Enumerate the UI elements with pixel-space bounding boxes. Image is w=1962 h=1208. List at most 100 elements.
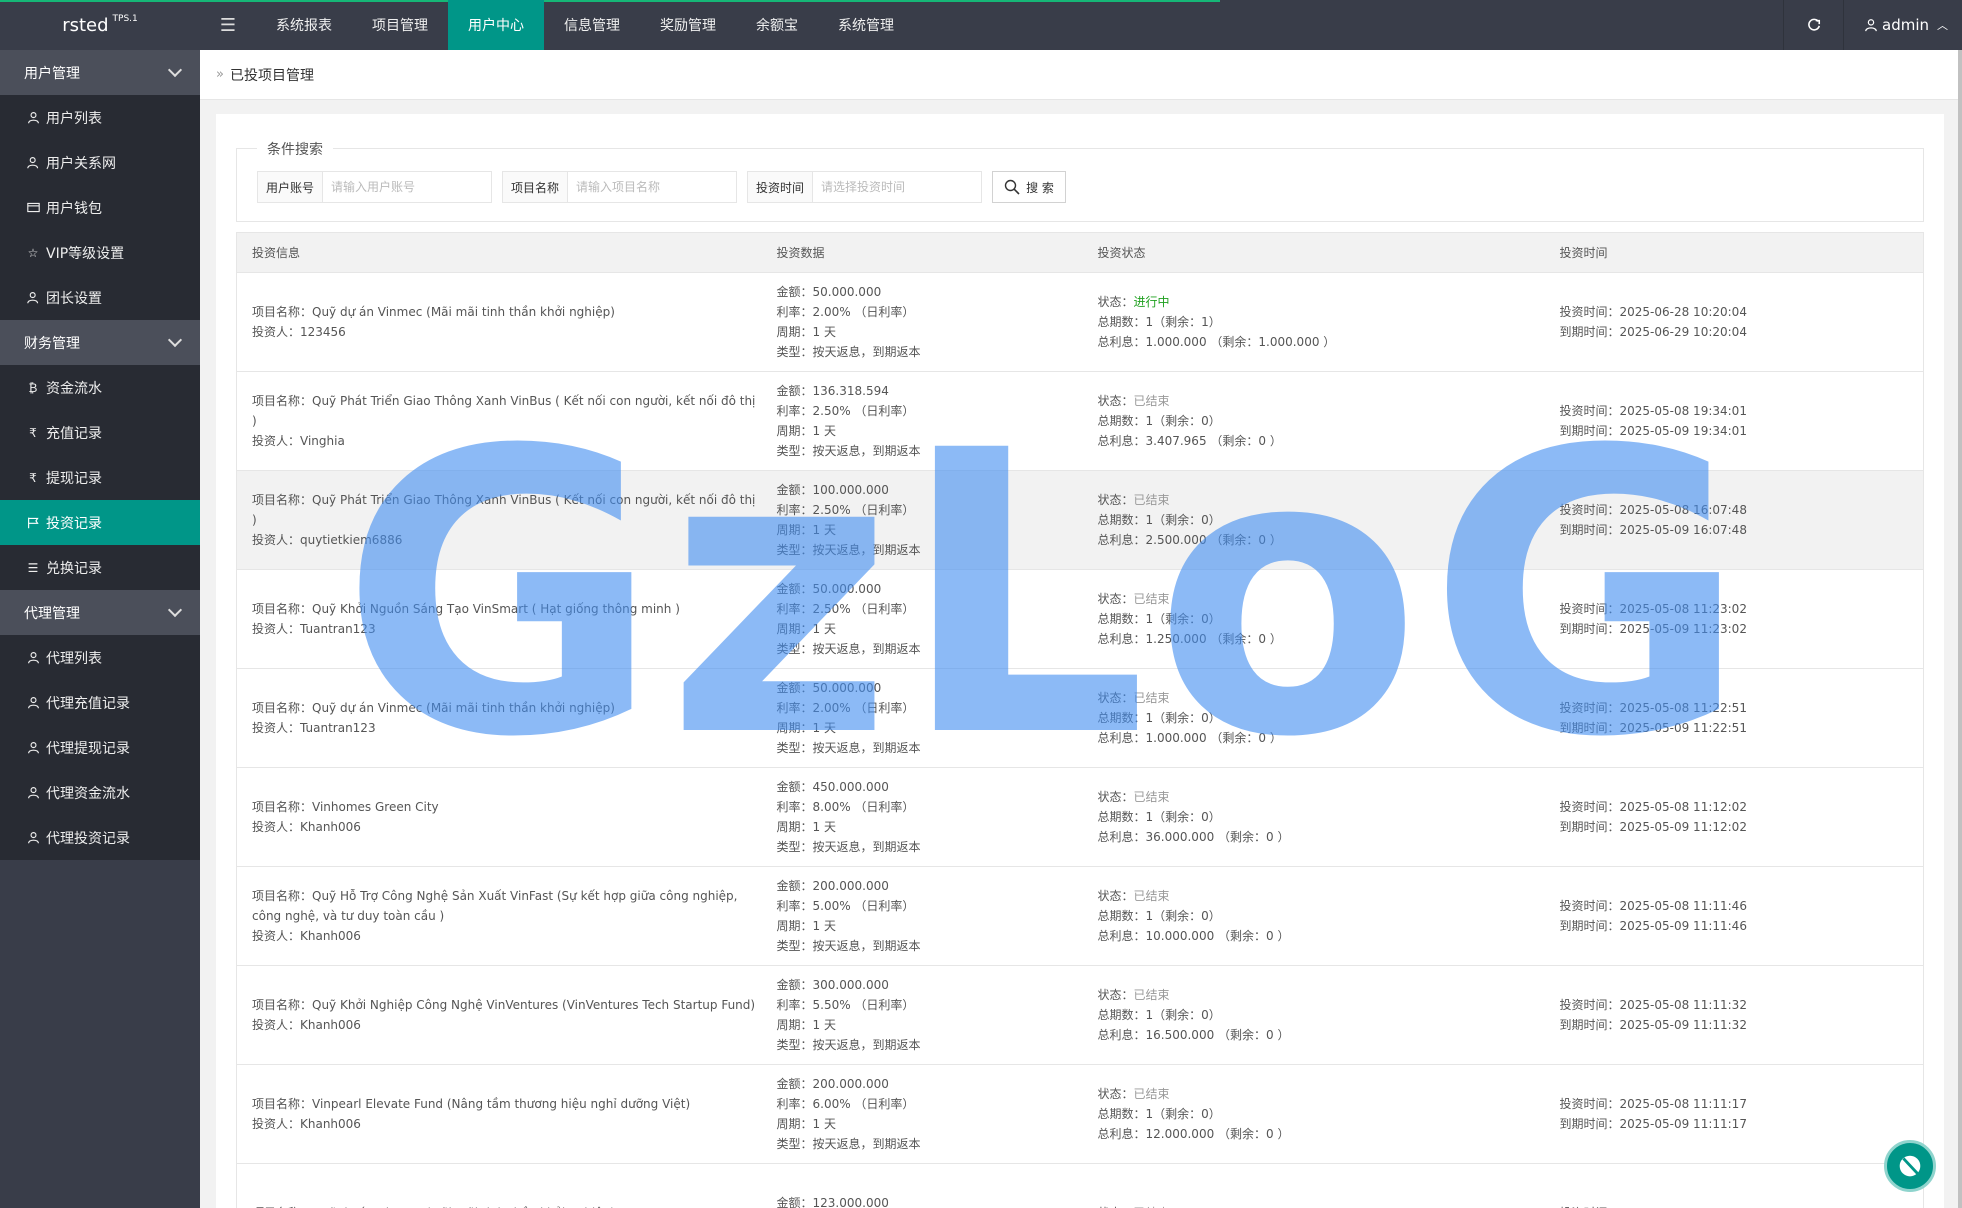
status-line: 状态：已结束: [1098, 589, 1545, 609]
nav-item-0[interactable]: 系统报表: [256, 0, 352, 50]
sidebar-item-0-1[interactable]: 用户关系网: [0, 140, 200, 185]
chevron-up-icon: ︿: [1937, 19, 1948, 32]
data-line: 利率：2.00% （日利率）: [776, 305, 915, 319]
sidebar-item-2-2[interactable]: 代理提现记录: [0, 725, 200, 770]
sidebar-item-label: 投资记录: [46, 515, 102, 532]
sidebar-item-label: 代理投资记录: [46, 830, 130, 847]
status-label: 状态：: [1097, 889, 1134, 903]
status-label: 状态：: [1097, 691, 1134, 705]
sidebar-item-1-4[interactable]: ☰ 兑换记录: [0, 545, 200, 590]
sidebar-group-1[interactable]: 财务管理: [0, 320, 200, 365]
cell-investment-data: 金额：450.000.000 利率：8.00% （日利率） 周期：1 天类型：按天返…: [761, 767, 1083, 867]
table-row[interactable]: 项目名称：Quỹ Phát Triển Giao Thông Xanh VinB…: [236, 470, 1924, 570]
table-row[interactable]: 项目名称：Quỹ Phát Triển Giao Thông Xanh VinB…: [236, 371, 1924, 471]
cell-investment-data: 金额：123.000.000利率：2.00% （日利率）: [761, 1163, 1083, 1208]
nav-item-3[interactable]: 信息管理: [544, 0, 640, 50]
status-line: 状态：已结束: [1098, 1084, 1545, 1104]
project-name-input[interactable]: [568, 172, 736, 202]
status-label: 状态：: [1097, 988, 1134, 1002]
nav-item-2[interactable]: 用户中心: [448, 0, 544, 50]
nav-item-6[interactable]: 系统管理: [818, 0, 914, 50]
search-legend: 条件搜索: [257, 139, 333, 159]
time-line: 到期时间：2025-05-09 11:11:32: [1559, 1018, 1747, 1032]
refresh-icon[interactable]: [1783, 0, 1843, 50]
sidebar-item-label: 用户列表: [46, 110, 102, 127]
data-line: 周期：1 天: [776, 622, 836, 636]
sidebar-item-2-3[interactable]: 代理资金流水: [0, 770, 200, 815]
status-line: 状态：已结束: [1098, 1203, 1545, 1208]
cell-investment-data: 金额：50.000.000 利率：2.50% （日利率） 周期：1 天类型：按天返息…: [761, 569, 1083, 669]
search-button[interactable]: 搜 索: [992, 171, 1066, 203]
sidebar-item-0-3[interactable]: ☆ VIP等级设置: [0, 230, 200, 275]
cell-investment-status: 状态：已结束 总期数：1（剩余：0） 总利息：3.407.965 （剩余：0 ）: [1082, 371, 1545, 471]
table-row[interactable]: 项目名称：Vinhomes Green City 投资人：Khanh006 金额：4…: [236, 767, 1924, 867]
sidebar-item-1-0[interactable]: ₿ 资金流水: [0, 365, 200, 410]
cell-investment-time: 投资时间：2025-06-28 10:20:04 到期时间：2025-06-29 …: [1544, 272, 1924, 372]
table-row[interactable]: 项目名称：Quỹ dự án Vinmec (Mãi mãi tinh thần…: [236, 1163, 1924, 1208]
app-logo[interactable]: rsted TPS.1: [0, 0, 200, 50]
status-detail-line: 总利息：12.000.000 （剩余：0 ）: [1097, 1127, 1290, 1141]
sidebar-item-2-4[interactable]: 代理投资记录: [0, 815, 200, 860]
header-status: 投资状态: [1082, 232, 1545, 273]
cell-investment-status: 状态：已结束 总期数：1（剩余：0） 总利息：2.500.000 （剩余：0 ）: [1082, 470, 1545, 570]
status-label: 状态：: [1097, 790, 1134, 804]
sidebar-item-1-3[interactable]: 投资记录: [0, 500, 200, 545]
cell-investment-data: 金额：300.000.000 利率：5.50% （日利率） 周期：1 天类型：按天返…: [761, 965, 1083, 1065]
time-line: 投资时间：2025-05-08 03:25:02: [1560, 1203, 1924, 1208]
sidebar-item-0-2[interactable]: 用户钱包: [0, 185, 200, 230]
cell-investment-status: 状态：已结束 总期数：1（剩余：0） 总利息：16.500.000 （剩余：0 ）: [1082, 965, 1545, 1065]
cell-investment-data: 金额：136.318.594 利率：2.50% （日利率） 周期：1 天类型：按天返…: [761, 371, 1083, 471]
table-row[interactable]: 项目名称：Quỹ dự án Vinmec (Mãi mãi tinh thần…: [236, 668, 1924, 768]
cell-investment-data: 金额：50.000.000 利率：2.00% （日利率） 周期：1 天类型：按天返息…: [761, 668, 1083, 768]
data-line: 金额：50.000.000: [776, 681, 882, 695]
sidebar-item-2-1[interactable]: 代理充值记录: [0, 680, 200, 725]
status-badge: 已结束: [1133, 394, 1170, 408]
cell-investment-info: 项目名称：Quỹ dự án Vinmec (Mãi mãi tinh thần…: [236, 668, 762, 768]
table-row[interactable]: 项目名称：Quỹ Khởi Nghiệp Công Nghệ VinVentur…: [236, 965, 1924, 1065]
sidebar-item-0-4[interactable]: 团长设置: [0, 275, 200, 320]
investment-table: 投资信息 投资数据 投资状态 投资时间 项目名称：Quỹ dự án Vinme…: [236, 232, 1924, 1208]
data-line: 金额：200.000.000: [776, 1077, 889, 1091]
user-menu-button[interactable]: admin ︿: [1843, 0, 1962, 50]
account-input[interactable]: [323, 172, 491, 202]
time-line: 投资时间：2025-06-28 10:20:04: [1559, 305, 1747, 319]
table-row[interactable]: 项目名称：Vinpearl Elevate Fund (Nâng tầm thư…: [236, 1064, 1924, 1164]
time-line: 到期时间：2025-05-09 11:12:02: [1559, 820, 1747, 834]
sidebar-group-0[interactable]: 用户管理: [0, 50, 200, 95]
status-detail-line: 总利息：1.000.000 （剩余：0 ）: [1097, 731, 1282, 745]
scrollbar-thumb[interactable]: [1958, 50, 1962, 1208]
sidebar-item-label: 代理充值记录: [46, 695, 130, 712]
sidebar: 用户管理用户列表用户关系网 用户钱包 ☆ VIP等级设置 团长设置 财务管理 ₿ 资金流水 ₹ 充…: [0, 50, 200, 1208]
nav-item-1[interactable]: 项目管理: [352, 0, 448, 50]
support-chat-button[interactable]: [1884, 1140, 1936, 1192]
data-line: 类型：按天返息，到期返本: [776, 1137, 921, 1151]
chevron-down-icon: [167, 62, 183, 77]
info-line: 投资人：Vinghia: [252, 434, 345, 448]
time-line: 到期时间：2025-05-09 11:11:17: [1559, 1117, 1747, 1131]
data-line: 金额：50.000.000: [776, 582, 882, 596]
sidebar-item-1-2[interactable]: ₹ 提现记录: [0, 455, 200, 500]
status-line: 状态：已结束: [1098, 985, 1545, 1005]
sidebar-item-label: 资金流水: [46, 380, 102, 397]
page-scrollbar[interactable]: [1958, 50, 1962, 1208]
table-row[interactable]: 项目名称：Quỹ Hỗ Trợ Công Nghệ Sản Xuất VinFa…: [236, 866, 1924, 966]
menu-toggle-icon[interactable]: ☰: [200, 0, 256, 50]
data-line: 周期：1 天: [776, 721, 836, 735]
data-line: 周期：1 天: [776, 325, 836, 339]
chevron-down-icon: [167, 602, 183, 617]
table-row[interactable]: 项目名称：Quỹ dự án Vinmec (Mãi mãi tinh thần…: [236, 272, 1924, 372]
star-icon: ☆: [27, 245, 39, 260]
table-row[interactable]: 项目名称：Quỹ Khởi Nguồn Sáng Tạo VinSmart ( …: [236, 569, 1924, 669]
investment-time-input[interactable]: [813, 172, 981, 202]
nav-item-5[interactable]: 余额宝: [736, 0, 818, 50]
sidebar-group-2[interactable]: 代理管理: [0, 590, 200, 635]
status-detail-line: 总利息：10.000.000 （剩余：0 ）: [1097, 929, 1290, 943]
sidebar-item-1-1[interactable]: ₹ 充值记录: [0, 410, 200, 455]
sidebar-item-label: 充值记录: [46, 425, 102, 442]
nav-item-4[interactable]: 奖励管理: [640, 0, 736, 50]
time-line: 投资时间：2025-05-08 16:07:48: [1559, 503, 1747, 517]
sidebar-item-2-0[interactable]: 代理列表: [0, 635, 200, 680]
sidebar-item-0-0[interactable]: 用户列表: [0, 95, 200, 140]
chevron-down-icon: [167, 332, 183, 347]
data-line: 利率：2.50% （日利率）: [776, 602, 915, 616]
